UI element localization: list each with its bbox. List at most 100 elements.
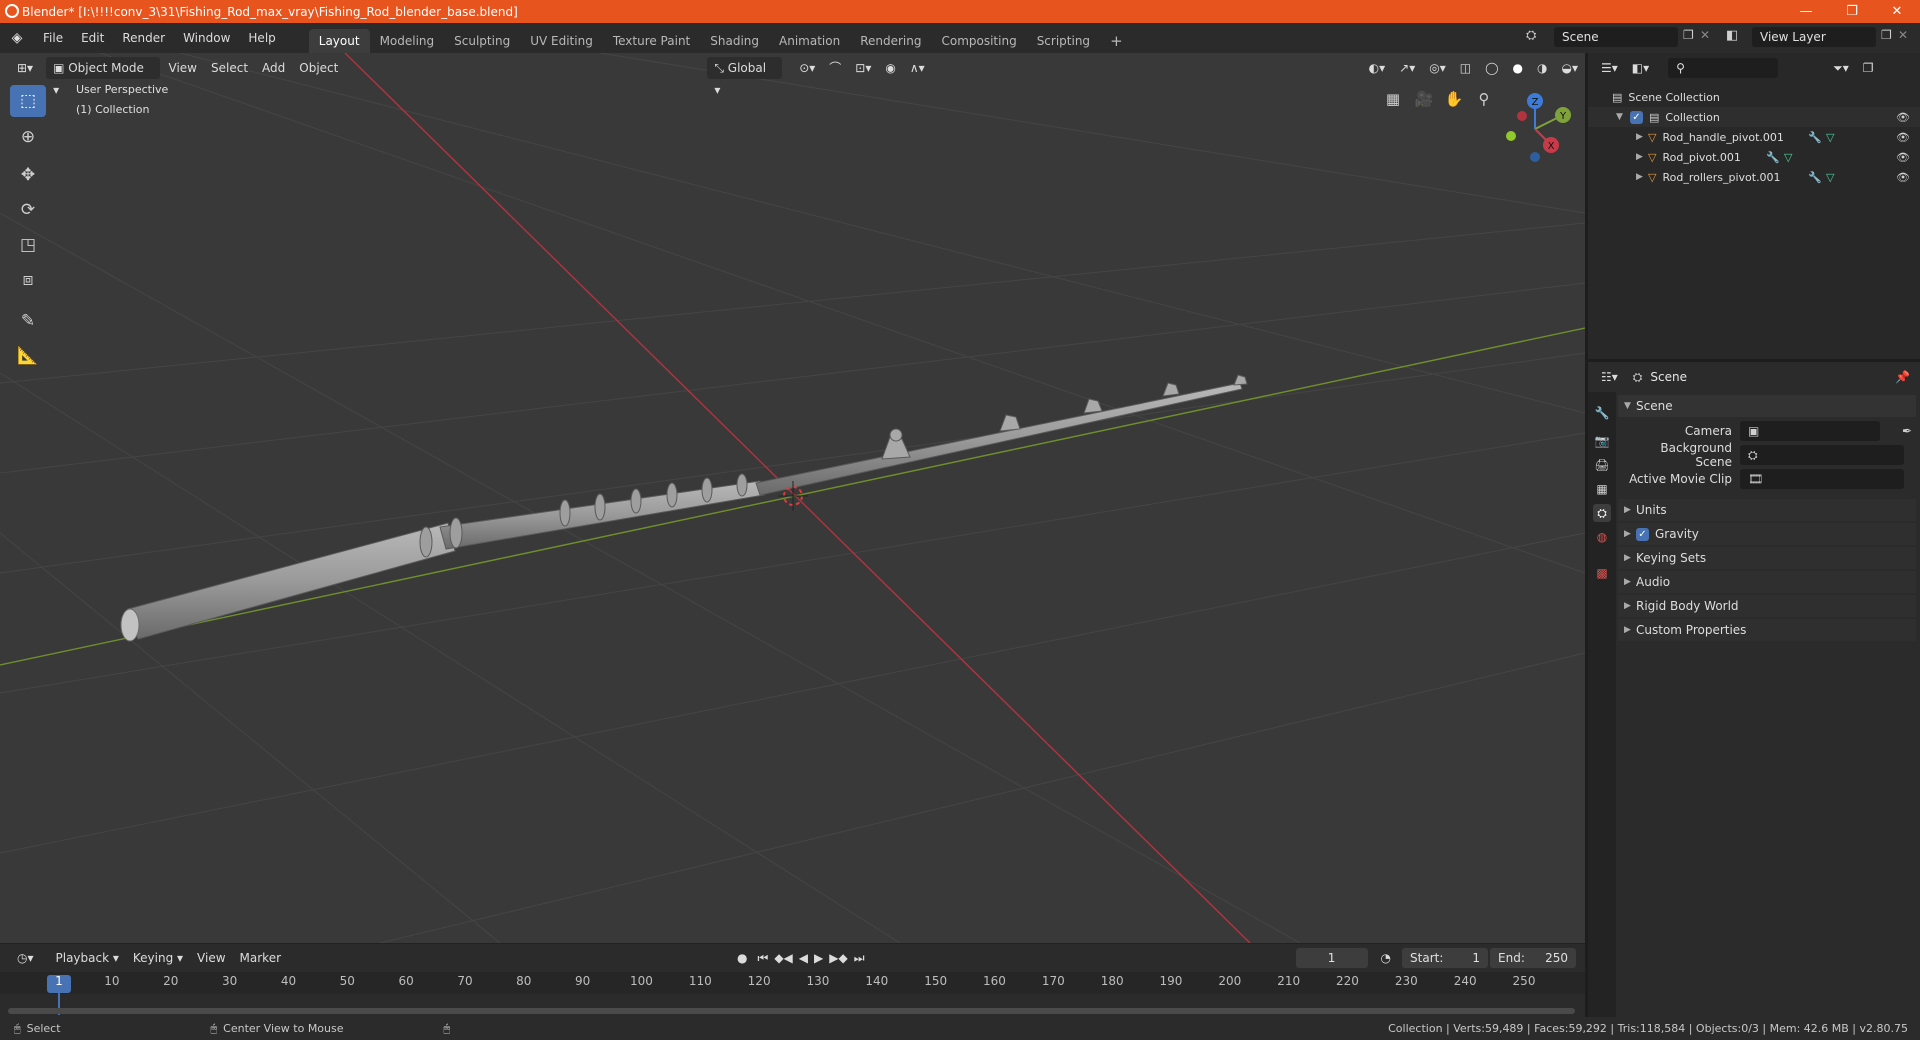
rigid-body-world-panel-header[interactable]: ▶ Rigid Body World xyxy=(1618,595,1916,617)
visibility-icon[interactable]: ◐▾ xyxy=(1362,57,1393,79)
scene-panel-header[interactable]: ▼ Scene xyxy=(1618,395,1916,417)
rotate-tool[interactable]: ⟳ xyxy=(10,194,46,226)
menu-view[interactable]: View xyxy=(162,57,204,79)
marker-menu[interactable]: Marker xyxy=(233,947,288,969)
menu-add[interactable]: Add xyxy=(255,57,292,79)
camera-view-icon[interactable]: 🎥 xyxy=(1411,86,1437,112)
menu-window[interactable]: Window xyxy=(174,27,239,49)
menu-object[interactable]: Object xyxy=(292,57,345,79)
tab-shading[interactable]: Shading xyxy=(700,29,769,53)
new-scene-icon[interactable]: ❐ xyxy=(1683,28,1694,42)
audio-panel-header[interactable]: ▶ Audio xyxy=(1618,571,1916,593)
background-scene-field[interactable]: ⛭ xyxy=(1740,445,1904,465)
modifier-icon[interactable]: 🔧 xyxy=(1808,131,1822,144)
playback-menu[interactable]: Playback ▾ xyxy=(49,947,126,969)
measure-tool[interactable]: 📐 xyxy=(10,340,46,372)
outliner-row-collection[interactable]: ▼ ✓ ▤ Collection 👁 xyxy=(1588,107,1920,127)
collection-checkbox[interactable]: ✓ xyxy=(1630,110,1643,124)
fishing-rod-model[interactable] xyxy=(120,374,1248,642)
modifier-icon[interactable]: 🔧 xyxy=(1808,171,1822,184)
pivot-icon[interactable]: ⊙▾ xyxy=(792,57,822,79)
pin-icon[interactable]: 📌 xyxy=(1895,370,1910,384)
toggle-grid-icon[interactable]: ▦ xyxy=(1380,86,1406,112)
expand-object-icon[interactable]: ▶ xyxy=(1636,172,1648,182)
xray-icon[interactable]: ◫ xyxy=(1453,57,1478,79)
eye-icon[interactable]: 👁 xyxy=(1896,111,1910,124)
eye-icon[interactable]: 👁 xyxy=(1896,151,1910,164)
start-frame-field[interactable]: Start: 1 xyxy=(1402,948,1489,968)
units-panel-header[interactable]: ▶ Units xyxy=(1618,499,1916,521)
wireframe-shading-icon[interactable]: ◯ xyxy=(1478,57,1505,79)
outliner-row-object[interactable]: ▶ ▽ Rod_pivot.001 🔧 ▽ 👁 xyxy=(1588,147,1920,167)
outliner-row-object[interactable]: ▶ ▽ Rod_handle_pivot.001 🔧 ▽ 👁 xyxy=(1588,127,1920,147)
transform-orientation-dropdown[interactable]: ⤡ Global ▾ xyxy=(707,57,783,97)
filter-icon[interactable]: ⏷▾ xyxy=(1826,57,1856,79)
tab-compositing[interactable]: Compositing xyxy=(931,29,1026,53)
eyedropper-icon[interactable]: ✒ xyxy=(1902,424,1912,438)
view-layer-field[interactable]: View Layer xyxy=(1752,27,1876,47)
mesh-data-icon[interactable]: ▽ xyxy=(1826,171,1834,184)
transform-tool[interactable]: ⧈ xyxy=(10,264,46,296)
outliner-search-input[interactable]: ⚲ xyxy=(1668,58,1779,78)
move-tool[interactable]: ✥ xyxy=(10,159,46,191)
tab-uv-editing[interactable]: UV Editing xyxy=(520,29,603,53)
gravity-checkbox[interactable]: ✓ xyxy=(1636,527,1649,541)
active-movie-clip-field[interactable]: 🎞 xyxy=(1740,469,1904,489)
menu-help[interactable]: Help xyxy=(239,27,284,49)
view-layer-tab-icon[interactable]: ▦ xyxy=(1593,480,1611,498)
pan-view-icon[interactable]: ✋ xyxy=(1441,86,1467,112)
outliner-row-object[interactable]: ▶ ▽ Rod_rollers_pivot.001 🔧 ▽ 👁 xyxy=(1588,167,1920,187)
keying-menu[interactable]: Keying ▾ xyxy=(126,947,190,969)
display-mode-icon[interactable]: ◧▾ xyxy=(1625,57,1656,79)
menu-render[interactable]: Render xyxy=(113,27,174,49)
expand-collection-icon[interactable]: ▼ xyxy=(1616,112,1628,122)
prev-keyframe-icon[interactable]: ◆◀ xyxy=(771,947,795,969)
blender-menu-icon[interactable]: ◈ xyxy=(0,30,34,46)
eye-icon[interactable]: 👁 xyxy=(1896,171,1910,184)
new-view-layer-icon[interactable]: ❐ xyxy=(1881,28,1892,42)
expand-object-icon[interactable]: ▶ xyxy=(1636,152,1648,162)
camera-field[interactable]: ▣ xyxy=(1740,421,1880,441)
delete-view-layer-icon[interactable]: ✕ xyxy=(1898,28,1908,42)
end-frame-field[interactable]: End: 250 xyxy=(1490,948,1577,968)
mesh-data-icon[interactable]: ▽ xyxy=(1826,131,1834,144)
tab-sculpting[interactable]: Sculpting xyxy=(444,29,520,53)
modifier-icon[interactable]: 🔧 xyxy=(1766,151,1780,164)
mesh-data-icon[interactable]: ▽ xyxy=(1784,151,1792,164)
current-frame-field[interactable]: 1 xyxy=(1295,948,1368,968)
properties-editor-type-icon[interactable]: ☷▾ xyxy=(1594,366,1625,388)
eye-icon[interactable]: 👁 xyxy=(1896,131,1910,144)
falloff-icon[interactable]: ∧▾ xyxy=(903,57,932,79)
material-shading-icon[interactable]: ◑ xyxy=(1530,57,1554,79)
record-icon[interactable]: ● xyxy=(730,947,754,969)
overlay-toggle-icon[interactable]: ◎▾ xyxy=(1422,57,1453,79)
proportional-edit-icon[interactable]: ◉ xyxy=(878,57,902,79)
scene-selector-icon[interactable]: ⛭ xyxy=(1526,28,1536,43)
scene-tab-icon[interactable]: ⛭ xyxy=(1593,504,1611,522)
custom-properties-panel-header[interactable]: ▶ Custom Properties xyxy=(1618,619,1916,641)
outliner-row-scene-collection[interactable]: ▤ Scene Collection xyxy=(1588,87,1920,107)
3d-viewport[interactable]: ⊞▾ ▣ Object Mode ▾ View Select Add Objec… xyxy=(0,53,1585,943)
menu-edit[interactable]: Edit xyxy=(72,27,113,49)
minimize-button[interactable]: — xyxy=(1783,0,1829,23)
menu-select[interactable]: Select xyxy=(204,57,255,79)
gravity-panel-header[interactable]: ▶ ✓ Gravity xyxy=(1618,523,1916,545)
timeline-editor-type-icon[interactable]: ◷▾ xyxy=(10,947,41,969)
new-collection-icon[interactable]: ❐ xyxy=(1856,57,1881,79)
play-icon[interactable]: ▶ xyxy=(811,947,826,969)
view-layer-icon[interactable]: ◧ xyxy=(1726,28,1738,43)
cursor-tool[interactable]: ⊕ xyxy=(10,121,46,153)
keying-sets-panel-header[interactable]: ▶ Keying Sets xyxy=(1618,547,1916,569)
annotate-tool[interactable]: ✎ xyxy=(10,305,46,337)
snap-icon[interactable]: ⌒ xyxy=(822,57,848,79)
add-workspace-icon[interactable]: + xyxy=(1100,29,1133,53)
delete-scene-icon[interactable]: ✕ xyxy=(1700,28,1710,42)
next-keyframe-icon[interactable]: ▶◆ xyxy=(826,947,850,969)
maximize-button[interactable]: ❐ xyxy=(1829,0,1875,23)
solid-shading-icon[interactable]: ● xyxy=(1506,57,1530,79)
timeline-scrollbar[interactable] xyxy=(8,1008,1575,1014)
tab-scripting[interactable]: Scripting xyxy=(1027,29,1100,53)
jump-end-icon[interactable]: ⏭ xyxy=(851,947,868,969)
tab-layout[interactable]: Layout xyxy=(308,29,370,53)
tab-modeling[interactable]: Modeling xyxy=(370,29,445,53)
